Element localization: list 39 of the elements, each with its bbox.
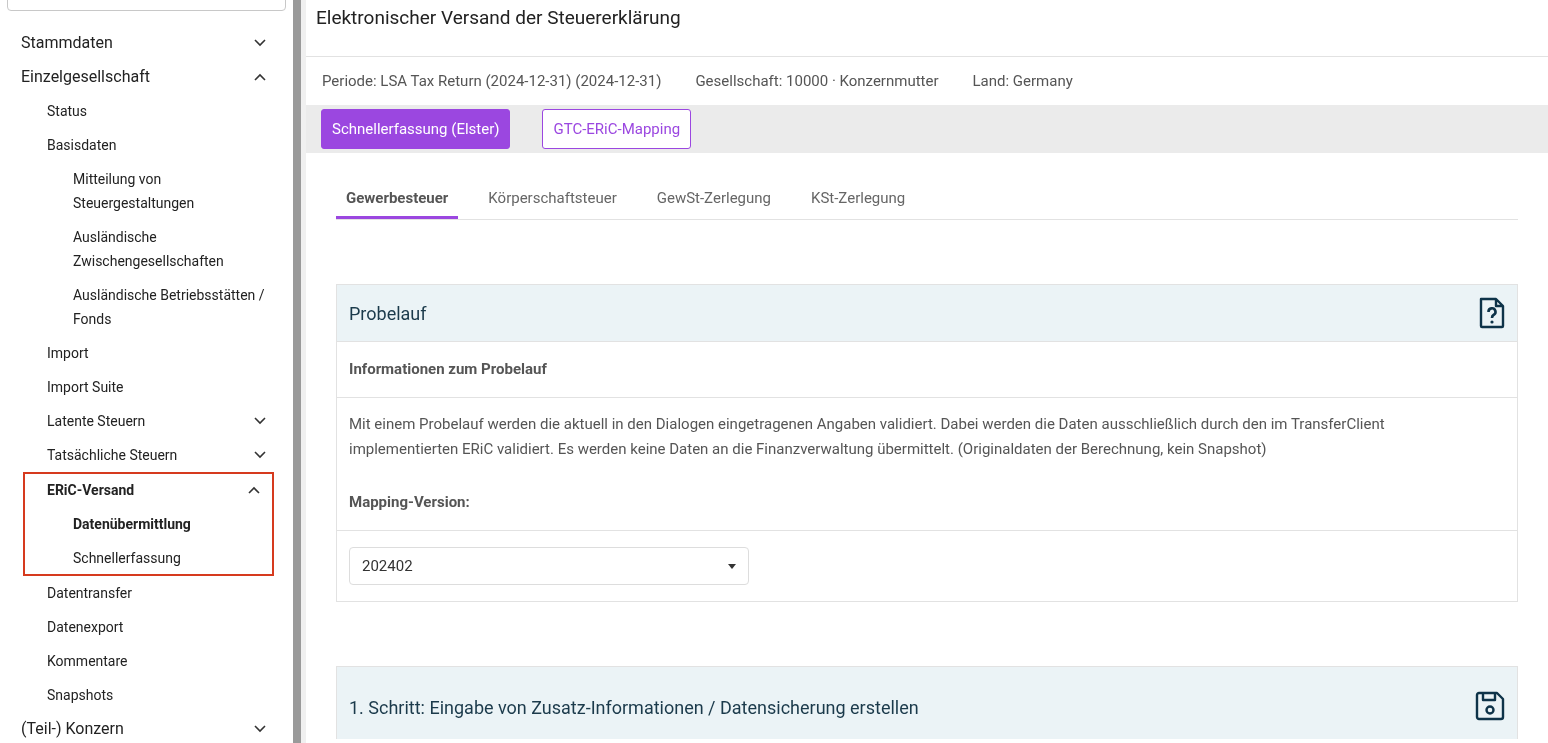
nav-item[interactable]: Ausländische Betriebsstätten / Fonds bbox=[0, 278, 293, 336]
save-icon[interactable] bbox=[1475, 691, 1505, 721]
info-text: Gesellschaft: 10000 · Konzernmutter bbox=[695, 70, 939, 92]
nav-item[interactable]: Import Suite bbox=[0, 370, 293, 404]
scrollbar[interactable] bbox=[293, 0, 301, 743]
nav-item[interactable]: Basisdaten bbox=[0, 128, 293, 162]
tab[interactable]: Körperschaftsteuer bbox=[478, 181, 627, 219]
nav-item[interactable]: Ausländische Zwischengesellschaften bbox=[0, 220, 293, 278]
card-title: Probelauf bbox=[349, 301, 427, 326]
nav-item[interactable]: Datentransfer bbox=[0, 576, 293, 610]
dropdown-arrow-icon bbox=[728, 563, 736, 569]
nav-label[interactable]: (Teil-) Konzern bbox=[21, 717, 124, 741]
action-button[interactable]: Schnellerfassung (Elster) bbox=[321, 109, 511, 149]
field-label: Mapping-Version: bbox=[349, 491, 470, 513]
nav-item[interactable]: Schnellerfassung bbox=[25, 541, 272, 574]
info-text: Land: Germany bbox=[972, 70, 1073, 92]
section-heading: Informationen zum Probelauf bbox=[349, 359, 547, 381]
select-field[interactable]: 202402 bbox=[349, 547, 749, 585]
tab[interactable]: KSt-Zerlegung bbox=[801, 181, 916, 219]
nav-label[interactable]: ERiC-Versand bbox=[47, 478, 135, 502]
nav-label[interactable]: Stammdaten bbox=[21, 31, 113, 55]
nav-item[interactable]: Mitteilung von Steuergestaltungen bbox=[0, 162, 293, 220]
nav-item[interactable]: Import bbox=[0, 336, 293, 370]
nav-item[interactable]: Snapshots bbox=[0, 678, 293, 712]
nav-label[interactable]: Latente Steuern bbox=[47, 409, 146, 433]
nav-label[interactable]: Tatsächliche Steuern bbox=[47, 443, 178, 467]
page-title: Elektronischer Versand der Steuererklärung bbox=[316, 5, 682, 31]
nav-item[interactable]: Datenexport bbox=[0, 610, 293, 644]
nav-item[interactable]: Status bbox=[0, 94, 293, 128]
info-text: Periode: LSA Tax Return (2024-12-31) (2024-12-31) bbox=[322, 70, 662, 92]
help-document-icon[interactable] bbox=[1479, 297, 1505, 329]
nav-label[interactable]: Einzelgesellschaft bbox=[21, 65, 150, 89]
nav-item[interactable]: Datenübermittlung bbox=[25, 507, 272, 541]
card-title: 1. Schritt: Eingabe von Zusatz-Informationen / Datensicherung erstellen bbox=[349, 696, 919, 720]
action-button[interactable]: GTC-ERiC-Mapping bbox=[542, 109, 692, 149]
tab[interactable]: GewSt-Zerlegung bbox=[646, 181, 781, 219]
description-text: Mit einem Probelauf werden die aktuell in den Dialogen eingetragenen Angaben validiert. Dabei werden die Daten ausschließlich durch den im TransferClient implementierten ERiC validiert. Es werden keine Daten an die Finanzverwaltung übermittelt. (Originaldaten der Berechnung, kein Snapshot) bbox=[348, 414, 1386, 460]
nav-item[interactable]: Kommentare bbox=[0, 644, 293, 678]
tab[interactable]: Gewerbesteuer bbox=[336, 181, 459, 219]
